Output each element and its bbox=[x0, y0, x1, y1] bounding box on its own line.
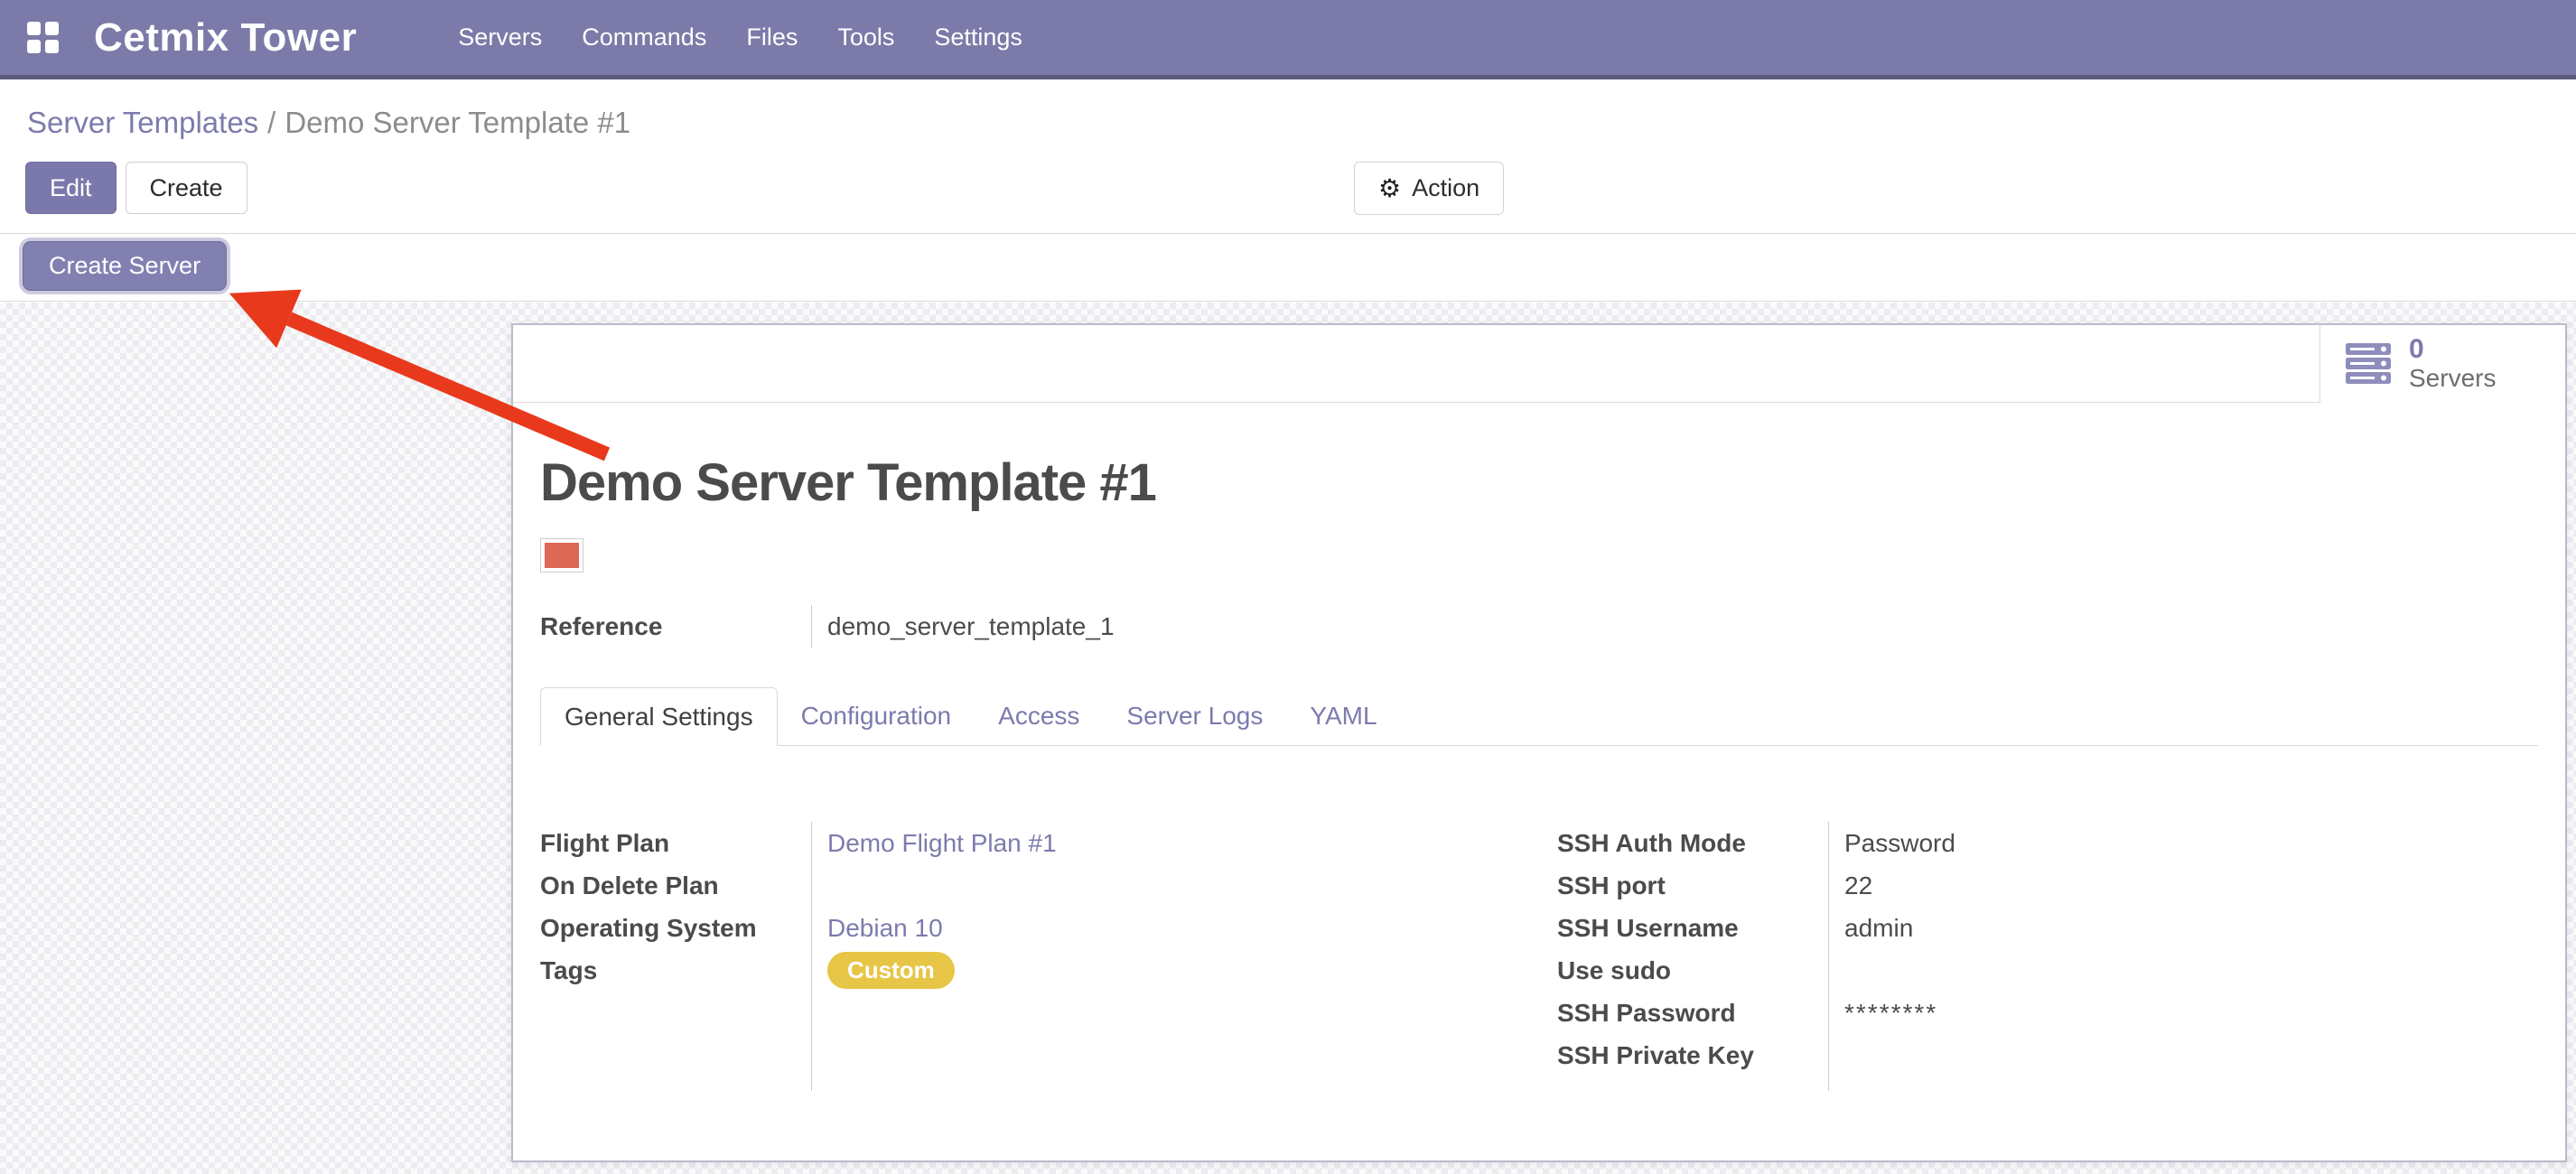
apps-grid-icon[interactable] bbox=[27, 22, 60, 54]
ssh-port-label: SSH port bbox=[1557, 864, 1828, 907]
ssh-auth-mode-value: Password bbox=[1844, 822, 2538, 864]
tags-label: Tags bbox=[540, 949, 811, 992]
on-delete-plan-value bbox=[827, 864, 1521, 907]
content-area: 0 Servers Demo Server Template #1 Refere… bbox=[0, 303, 2576, 1174]
app-brand[interactable]: Cetmix Tower bbox=[94, 15, 357, 61]
stat-text: 0 Servers bbox=[2409, 335, 2496, 393]
nav-item-tools[interactable]: Tools bbox=[837, 23, 894, 51]
apps-grid-square bbox=[45, 40, 59, 53]
flight-plan-link[interactable]: Demo Flight Plan #1 bbox=[827, 829, 1057, 858]
nav-item-servers[interactable]: Servers bbox=[458, 23, 542, 51]
reference-value: demo_server_template_1 bbox=[827, 605, 2538, 648]
top-navbar: Cetmix Tower Servers Commands Files Tool… bbox=[0, 0, 2576, 79]
control-panel: Server Templates / Demo Server Template #1… bbox=[0, 84, 2576, 234]
operating-system-label: Operating System bbox=[540, 907, 811, 949]
ssh-port-value: 22 bbox=[1844, 864, 2538, 907]
create-server-button[interactable]: Create Server bbox=[23, 241, 227, 291]
form-card: 0 Servers Demo Server Template #1 Refere… bbox=[511, 323, 2567, 1162]
nav-item-files[interactable]: Files bbox=[746, 23, 798, 51]
ssh-password-label: SSH Password bbox=[1557, 992, 1828, 1034]
tag-badge-custom: Custom bbox=[827, 952, 955, 990]
navbar-menu: Servers Commands Files Tools Settings bbox=[458, 23, 1022, 51]
use-sudo-value bbox=[1844, 949, 2538, 992]
gear-icon: ⚙ bbox=[1378, 173, 1401, 203]
use-sudo-label: Use sudo bbox=[1557, 949, 1828, 992]
form-sheet: Demo Server Template #1 Reference demo_s… bbox=[513, 452, 2565, 1091]
tab-configuration[interactable]: Configuration bbox=[778, 686, 975, 745]
servers-count: 0 bbox=[2409, 335, 2496, 364]
create-button[interactable]: Create bbox=[126, 162, 247, 214]
reference-field: Reference demo_server_template_1 bbox=[540, 605, 2538, 648]
flight-plan-label: Flight Plan bbox=[540, 822, 811, 864]
notebook-tabs: General Settings Configuration Access Se… bbox=[540, 686, 2538, 746]
ssh-private-key-label: SSH Private Key bbox=[1557, 1034, 1828, 1076]
servers-stat-button[interactable]: 0 Servers bbox=[2319, 325, 2565, 403]
field-column-right: SSH Auth Mode SSH port SSH Username Use … bbox=[1557, 822, 2538, 1091]
edit-button[interactable]: Edit bbox=[25, 162, 117, 214]
field-grid: Flight Plan On Delete Plan Operating Sys… bbox=[540, 822, 2538, 1091]
tab-yaml[interactable]: YAML bbox=[1286, 686, 1400, 745]
nav-item-settings[interactable]: Settings bbox=[934, 23, 1022, 51]
ssh-auth-mode-label: SSH Auth Mode bbox=[1557, 822, 1828, 864]
ssh-private-key-value bbox=[1844, 1034, 2538, 1076]
record-title: Demo Server Template #1 bbox=[540, 452, 2538, 513]
on-delete-plan-label: On Delete Plan bbox=[540, 864, 811, 907]
nav-item-commands[interactable]: Commands bbox=[582, 23, 706, 51]
tab-access[interactable]: Access bbox=[975, 686, 1103, 745]
color-swatch bbox=[540, 538, 583, 573]
ssh-password-value: ******** bbox=[1844, 992, 2538, 1034]
color-swatch-fill bbox=[545, 543, 579, 568]
tab-server-logs[interactable]: Server Logs bbox=[1103, 686, 1286, 745]
field-column-left: Flight Plan On Delete Plan Operating Sys… bbox=[540, 822, 1521, 1091]
form-button-row: Edit Create bbox=[25, 162, 247, 214]
apps-grid-square bbox=[27, 22, 41, 35]
operating-system-link[interactable]: Debian 10 bbox=[827, 914, 943, 943]
apps-grid-square bbox=[27, 40, 41, 53]
ssh-username-value: admin bbox=[1844, 907, 2538, 949]
tab-general-settings[interactable]: General Settings bbox=[540, 687, 778, 746]
apps-grid-square bbox=[45, 22, 59, 35]
action-button-label: Action bbox=[1412, 174, 1479, 202]
breadcrumb-separator: / bbox=[267, 106, 275, 139]
ssh-username-label: SSH Username bbox=[1557, 907, 1828, 949]
breadcrumb-current: Demo Server Template #1 bbox=[285, 106, 630, 139]
action-button[interactable]: ⚙ Action bbox=[1354, 162, 1504, 215]
toolbar-row: Create Server bbox=[0, 235, 2576, 302]
breadcrumb-parent-link[interactable]: Server Templates bbox=[27, 106, 258, 139]
servers-count-label: Servers bbox=[2409, 364, 2496, 393]
reference-label: Reference bbox=[540, 605, 811, 648]
stat-button-row: 0 Servers bbox=[513, 325, 2565, 403]
breadcrumb: Server Templates / Demo Server Template #1 bbox=[27, 106, 630, 140]
servers-stack-icon bbox=[2346, 343, 2391, 385]
